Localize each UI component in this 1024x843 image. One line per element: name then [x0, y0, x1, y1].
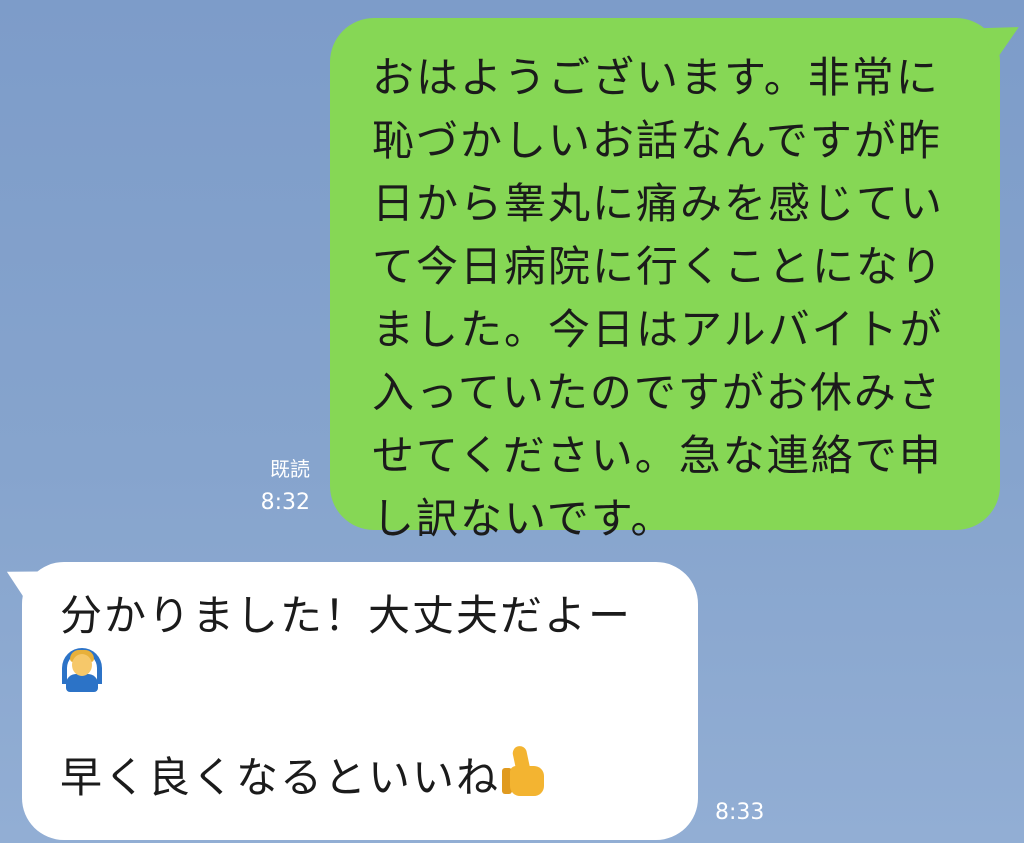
incoming-message-bubble[interactable]: 分かりました！大丈夫だよー 早く良くなるといいね [0, 562, 698, 840]
outgoing-message-time: 8:32 [260, 490, 310, 515]
incoming-bubble-tail [0, 562, 39, 604]
outgoing-bubble-tail [983, 17, 1024, 63]
thumbs-up-icon [500, 744, 552, 798]
incoming-message-time: 8:33 [715, 800, 765, 825]
incoming-message-blank-line [60, 692, 668, 744]
person-gesturing-ok-icon [60, 646, 104, 692]
outgoing-message-text: おはようございます。非常に 恥づかしいお話なんですが昨 日から睾丸に痛みを感じて… [372, 53, 945, 543]
chat-area: おはようございます。非常に 恥づかしいお話なんですが昨 日から睾丸に痛みを感じて… [0, 0, 1024, 843]
incoming-message-line-2-text: 早く良くなるといいね [60, 753, 501, 802]
read-receipt-label: 既読 [270, 457, 310, 481]
incoming-message-line-2: 早く良くなるといいね [60, 744, 668, 808]
outgoing-message-bubble[interactable]: おはようございます。非常に 恥づかしいお話なんですが昨 日から睾丸に痛みを感じて… [330, 17, 1024, 543]
outgoing-message-meta: 既読 8:32 [261, 452, 310, 520]
incoming-message-line-1: 分かりました！大丈夫だよー [60, 591, 633, 640]
